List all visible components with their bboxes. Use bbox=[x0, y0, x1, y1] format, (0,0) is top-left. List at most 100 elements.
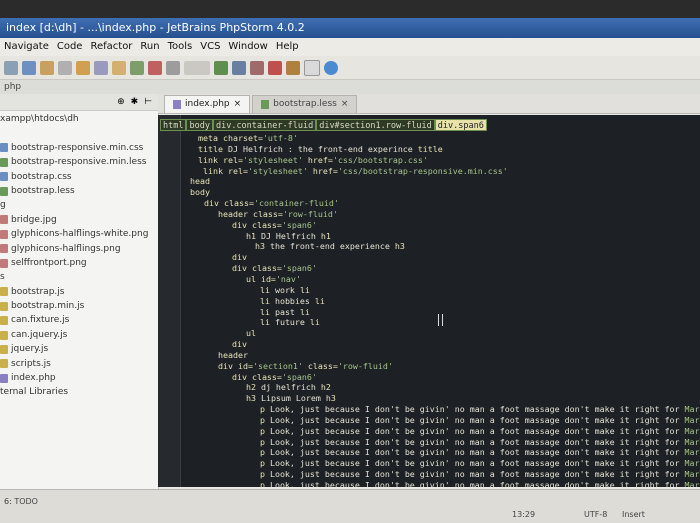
code-line[interactable]: div class='span6' bbox=[182, 263, 700, 274]
breadcrumb-item[interactable]: div#section1.row-fluid bbox=[316, 119, 435, 131]
tree-item[interactable]: glyphicons-halflings-white.png bbox=[0, 227, 158, 241]
settings-icon[interactable] bbox=[148, 60, 162, 75]
code-line[interactable]: div bbox=[182, 339, 700, 350]
tree-item[interactable]: g bbox=[0, 198, 158, 212]
tree-item[interactable]: s bbox=[0, 270, 158, 284]
tree-item[interactable]: selffrontport.png bbox=[0, 256, 158, 270]
sync-icon[interactable] bbox=[4, 60, 18, 75]
code-tag: p bbox=[210, 414, 265, 425]
tree-item[interactable]: ternal Libraries bbox=[0, 385, 158, 399]
code-line[interactable]: title DJ Helfrich : the front-end experi… bbox=[182, 144, 700, 155]
tree-item[interactable]: xampp\htdocs\dh bbox=[0, 112, 158, 126]
code-line[interactable]: link rel='stylesheet' href='css/bootstra… bbox=[182, 155, 700, 166]
code-editor[interactable]: html body div.container-fluid div#section1.… bbox=[158, 115, 700, 487]
globe-icon[interactable] bbox=[324, 60, 338, 75]
gear-icon[interactable]: ✱ bbox=[131, 94, 139, 110]
menu-run[interactable]: Run bbox=[140, 38, 159, 56]
tab-index-php[interactable]: index.php × bbox=[164, 95, 251, 113]
tree-item[interactable]: bootstrap.min.js bbox=[0, 299, 158, 313]
tree-item[interactable]: can.jquery.js bbox=[0, 328, 158, 342]
tree-item[interactable]: scripts.js bbox=[0, 357, 158, 371]
menu-help[interactable]: Help bbox=[276, 38, 299, 56]
tree-item[interactable]: bootstrap-responsive.min.css bbox=[0, 141, 158, 155]
file-encoding[interactable]: UTF-8 bbox=[584, 510, 607, 519]
breadcrumb-item[interactable]: html bbox=[160, 119, 187, 131]
debug-icon[interactable] bbox=[232, 60, 246, 75]
tree-item[interactable]: glyphicons-halflings.png bbox=[0, 242, 158, 256]
code-line[interactable]: link rel='stylesheet' href='css/bootstra… bbox=[182, 166, 700, 177]
close-icon[interactable]: × bbox=[234, 96, 242, 113]
code-line[interactable]: li work li bbox=[182, 285, 700, 296]
code-line[interactable]: p Look, just because I don't be givin' n… bbox=[182, 404, 700, 415]
menu-tools[interactable]: Tools bbox=[168, 38, 193, 56]
tree-item[interactable]: jquery.js bbox=[0, 342, 158, 356]
code-line[interactable]: meta charset='utf-8' bbox=[182, 133, 700, 144]
tree-item[interactable]: bootstrap-responsive.min.less bbox=[0, 155, 158, 169]
undo-icon[interactable] bbox=[40, 60, 54, 75]
code-tag: header bbox=[198, 349, 248, 360]
tab-bootstrap-less[interactable]: bootstrap.less × bbox=[252, 95, 358, 113]
tree-item[interactable]: bridge.jpg bbox=[0, 213, 158, 227]
deploy-icon[interactable] bbox=[268, 60, 282, 75]
menu-refactor[interactable]: Refactor bbox=[90, 38, 132, 56]
code-line[interactable]: ul id='nav' bbox=[182, 274, 700, 285]
run-config-dropdown[interactable] bbox=[184, 60, 210, 75]
editor-gutter[interactable] bbox=[158, 115, 181, 487]
code-line[interactable]: div id='section1' class='row-fluid' bbox=[182, 361, 700, 372]
code-line[interactable]: header bbox=[182, 350, 700, 361]
code-line[interactable]: div class='span6' bbox=[182, 372, 700, 383]
caret-position[interactable]: 13:29 bbox=[512, 510, 535, 519]
code-line[interactable]: body bbox=[182, 187, 700, 198]
breadcrumb-item[interactable]: div.container-fluid bbox=[212, 119, 317, 131]
cut-icon[interactable] bbox=[76, 60, 90, 75]
code-line[interactable]: head bbox=[182, 176, 700, 187]
file-icon[interactable] bbox=[304, 59, 320, 76]
menu-window[interactable]: Window bbox=[228, 38, 267, 56]
code-line[interactable]: div bbox=[182, 252, 700, 263]
save-icon[interactable] bbox=[22, 60, 36, 75]
tool-icon[interactable] bbox=[286, 60, 300, 75]
code-line[interactable]: p Look, just because I don't be givin' n… bbox=[182, 480, 700, 487]
tree-item[interactable]: bootstrap.js bbox=[0, 285, 158, 299]
breadcrumb-item[interactable]: body bbox=[186, 119, 213, 131]
code-tag: div class= bbox=[202, 263, 282, 274]
code-line[interactable]: h2 dj helfrich h2 bbox=[182, 382, 700, 393]
code-line[interactable]: h3 Lipsum Lorem h3 bbox=[182, 393, 700, 404]
tree-item[interactable]: bootstrap.css bbox=[0, 170, 158, 184]
code-line[interactable]: header class='row-fluid' bbox=[182, 209, 700, 220]
code-line[interactable]: p Look, just because I don't be givin' n… bbox=[182, 469, 700, 480]
code-line[interactable]: p Look, just because I don't be givin' n… bbox=[182, 447, 700, 458]
tree-item[interactable]: bootstrap.less bbox=[0, 184, 158, 198]
sync-icon[interactable]: ⊕ bbox=[117, 94, 125, 110]
code-line[interactable]: ul bbox=[182, 328, 700, 339]
run-icon[interactable] bbox=[214, 60, 228, 75]
tree-item-label: glyphicons-halflings-white.png bbox=[11, 229, 149, 240]
find-icon[interactable] bbox=[130, 60, 144, 75]
structure-icon[interactable] bbox=[166, 60, 180, 75]
tree-item[interactable]: can.fixture.js bbox=[0, 313, 158, 327]
code-line[interactable]: h1 DJ Helfrich h1 bbox=[182, 231, 700, 242]
todo-button[interactable]: 6: TODO bbox=[4, 497, 38, 506]
code-line[interactable]: h3 the front-end experience h3 bbox=[182, 241, 700, 252]
redo-icon[interactable] bbox=[58, 60, 72, 75]
stop-icon[interactable] bbox=[250, 60, 264, 75]
menu-vcs[interactable]: VCS bbox=[200, 38, 220, 56]
close-icon[interactable]: × bbox=[341, 96, 349, 113]
code-line[interactable]: div class='container-fluid' bbox=[182, 198, 700, 209]
code-area[interactable]: meta charset='utf-8' title DJ Helfrich : … bbox=[182, 133, 700, 487]
copy-icon[interactable] bbox=[94, 60, 108, 75]
code-line[interactable]: p Look, just because I don't be givin' n… bbox=[182, 437, 700, 448]
code-line[interactable]: li hobbies li bbox=[182, 296, 700, 307]
paste-icon[interactable] bbox=[112, 60, 126, 75]
tree-item[interactable]: index.php bbox=[0, 371, 158, 385]
hide-icon[interactable]: ⊢ bbox=[144, 94, 152, 110]
code-line[interactable]: p Look, just because I don't be givin' n… bbox=[182, 458, 700, 469]
nav-path[interactable]: php bbox=[4, 82, 21, 92]
code-line[interactable]: p Look, just because I don't be givin' n… bbox=[182, 426, 700, 437]
breadcrumb-item[interactable]: div.span6 bbox=[434, 119, 487, 131]
tree-item[interactable] bbox=[0, 126, 158, 140]
menu-navigate[interactable]: Navigate bbox=[4, 38, 49, 56]
code-line[interactable]: p Look, just because I don't be givin' n… bbox=[182, 415, 700, 426]
code-line[interactable]: div class='span6' bbox=[182, 220, 700, 231]
menu-code[interactable]: Code bbox=[57, 38, 83, 56]
